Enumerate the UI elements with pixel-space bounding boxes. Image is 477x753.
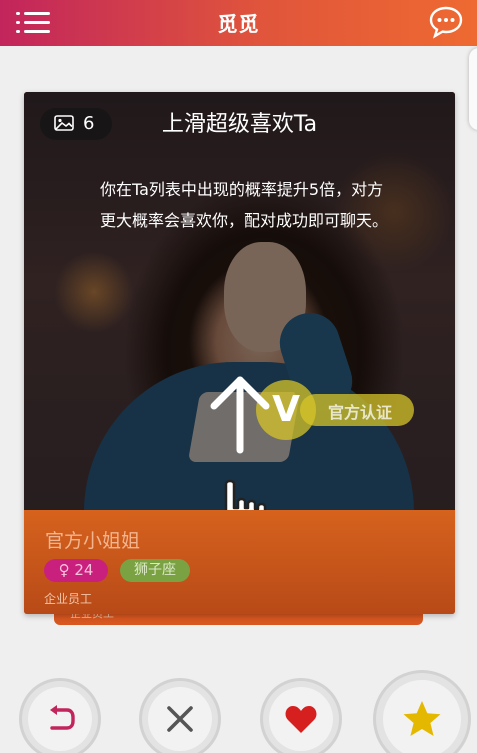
profile-name: 官方小姐姐 <box>45 530 141 552</box>
profile-job: 企业员工 <box>44 592 93 606</box>
top-bar: 觅觅 <box>0 0 477 46</box>
star-icon <box>403 701 441 736</box>
hint-body: 你在Ta列表中出现的概率提升5倍，对方更大概率会喜欢你，配对成功即可聊天。 <box>100 180 389 230</box>
zodiac-tag: 狮子座 <box>120 559 190 582</box>
certified-pill: 官方认证 <box>300 394 414 426</box>
close-x-icon <box>167 706 193 732</box>
profile-info: 官方小姐姐 ♀ 24 狮子座 企业员工 <box>24 510 455 614</box>
hint-title: 上滑超级喜欢Ta <box>161 112 318 137</box>
heart-icon <box>285 706 317 733</box>
app-screen: 觅觅 企业员工 6 上滑超级喜欢Ta 你在Ta列表中出现的概 <box>0 0 477 753</box>
dislike-button[interactable] <box>142 681 218 753</box>
undo-arrow-icon <box>50 705 75 730</box>
app-title: 觅觅 <box>217 12 260 36</box>
age-value: 24 <box>74 561 94 579</box>
certified-label: 官方认证 <box>328 403 393 422</box>
certified-badge: 官方认证 V <box>256 380 416 440</box>
like-button[interactable] <box>263 681 339 753</box>
undo-button[interactable] <box>22 681 98 753</box>
chat-bubble-icon[interactable] <box>429 5 463 39</box>
next-card-edge <box>469 48 477 130</box>
female-icon: ♀ <box>58 561 70 579</box>
gender-age-tag: ♀ 24 <box>44 559 108 582</box>
super-like-button[interactable] <box>376 673 468 753</box>
profile-card[interactable]: 6 上滑超级喜欢Ta 你在Ta列表中出现的概率提升5倍，对方更大概率会喜欢你，配… <box>24 92 455 614</box>
swipe-up-arrow-icon <box>210 376 270 454</box>
